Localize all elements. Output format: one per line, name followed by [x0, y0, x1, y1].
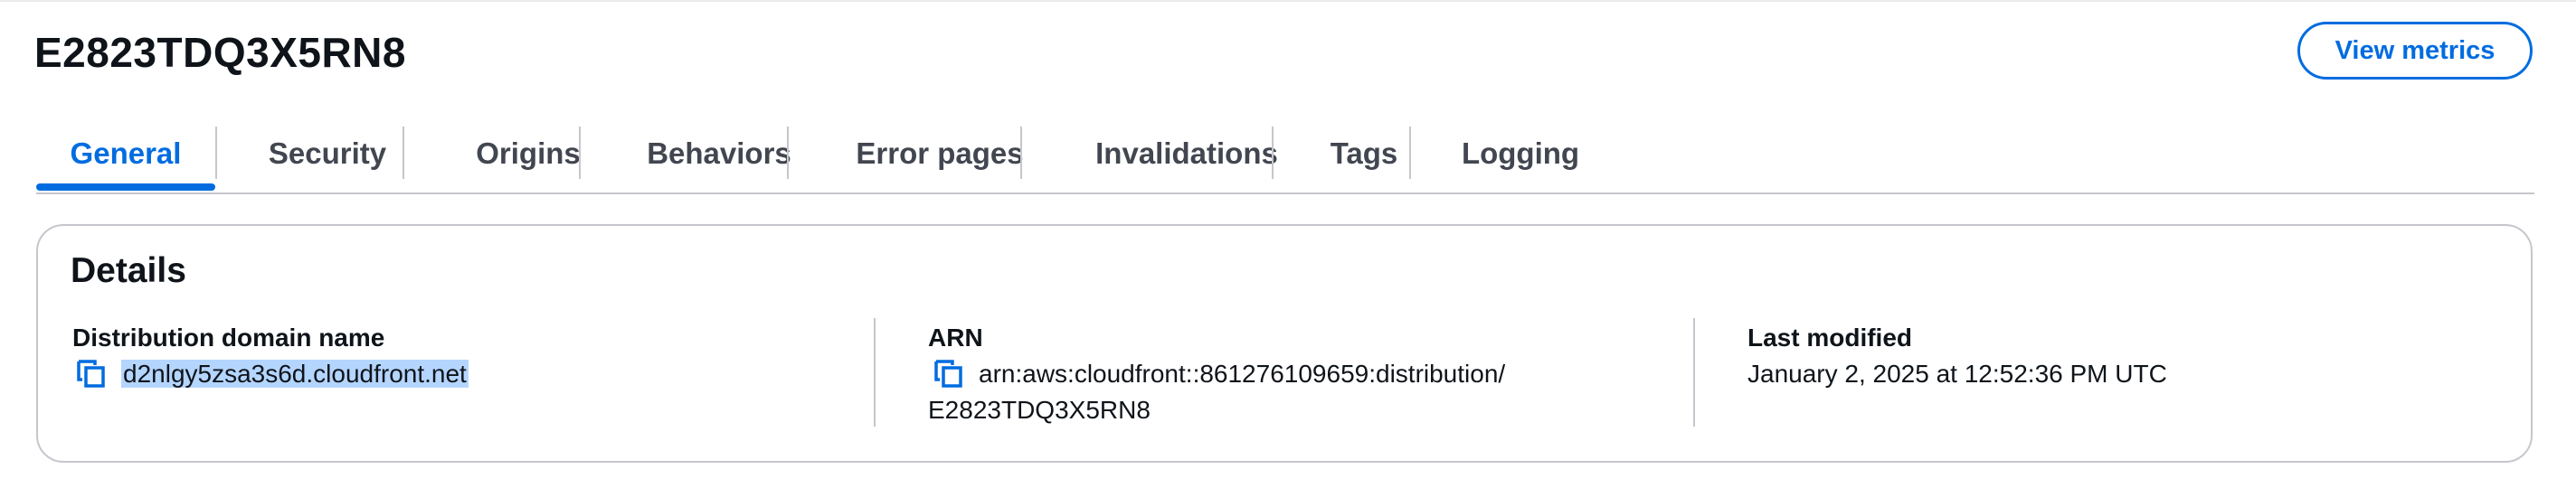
copy-icon[interactable] — [76, 358, 107, 389]
tab-general[interactable]: General — [36, 117, 215, 190]
column-divider — [874, 318, 876, 427]
tab-logging[interactable]: Logging — [1411, 117, 1630, 190]
arn-value-line1: arn:aws:cloudfront::861276109659:distrib… — [979, 360, 1506, 388]
tab-bar-divider — [36, 192, 2534, 194]
details-heading: Details — [71, 251, 186, 290]
domain-label: Distribution domain name — [72, 324, 385, 352]
arn-label: ARN — [928, 324, 983, 352]
domain-selected-text[interactable]: d2nlgy5zsa3s6d.cloudfront.net — [121, 360, 469, 388]
copy-icon[interactable] — [933, 358, 964, 389]
active-tab-indicator — [36, 183, 215, 191]
view-metrics-button[interactable]: View metrics — [2297, 22, 2533, 80]
details-panel — [36, 224, 2533, 463]
column-divider — [1693, 318, 1695, 427]
tab-bar: General Security Origins Behaviors Error… — [36, 117, 2534, 193]
top-divider — [0, 0, 2576, 2]
page-title: E2823TDQ3X5RN8 — [34, 29, 406, 76]
arn-value-line2: E2823TDQ3X5RN8 — [928, 396, 1151, 424]
domain-value[interactable]: d2nlgy5zsa3s6d.cloudfront.net — [121, 356, 469, 392]
last-modified-value: January 2, 2025 at 12:52:36 PM UTC — [1747, 360, 2167, 388]
last-modified-label: Last modified — [1747, 324, 1913, 352]
